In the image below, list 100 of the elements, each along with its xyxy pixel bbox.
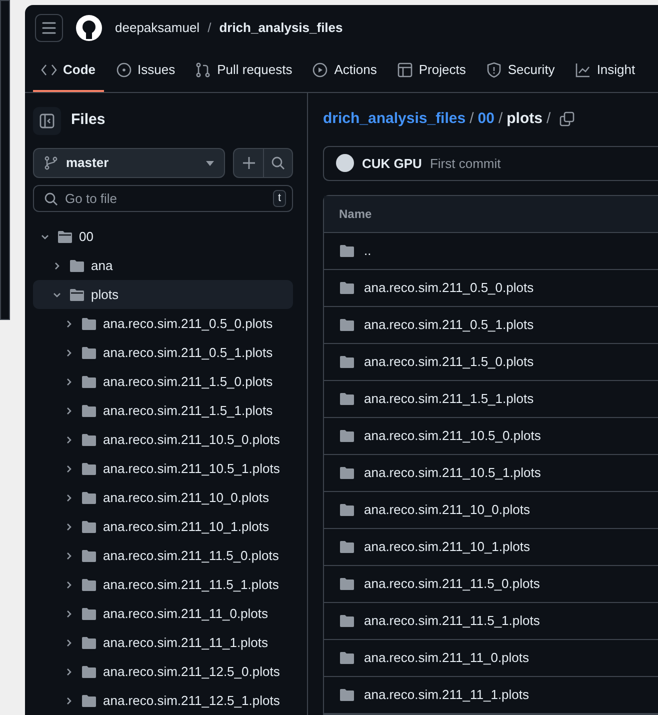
column-header: Name (339, 206, 372, 223)
folder-link[interactable]: ana.reco.sim.211_11.5_1.plots (364, 611, 540, 631)
branch-icon (44, 156, 58, 170)
commit-author[interactable]: CUK GPU (362, 154, 422, 174)
nav-tab[interactable]: Code (33, 50, 104, 92)
side-panel-button[interactable] (33, 106, 61, 135)
folder-link[interactable]: ana.reco.sim.211_10_1.plots (364, 537, 530, 557)
table-icon (396, 62, 413, 78)
tree-item[interactable]: ana.reco.sim.211_0.5_0.plots (33, 309, 293, 338)
folder-icon (81, 548, 97, 564)
folder-icon (339, 354, 355, 370)
tree-item[interactable]: 00 (33, 222, 293, 251)
folder-icon (81, 432, 97, 448)
folder-icon (339, 317, 355, 333)
pull-request-icon (195, 62, 212, 78)
tree-item[interactable]: ana.reco.sim.211_11.5_1.plots (33, 570, 293, 599)
code-icon (41, 62, 57, 78)
nav-tab[interactable]: Insight (566, 50, 644, 92)
go-to-file-field[interactable]: Go to file (65, 188, 266, 208)
folder-icon (81, 490, 97, 506)
tree-item[interactable]: ana.reco.sim.211_11.5_0.plots (33, 541, 293, 570)
search-icon (271, 156, 285, 170)
path-separator: / (208, 18, 212, 37)
menu-icon (42, 22, 56, 34)
folder-link[interactable]: ana.reco.sim.211_0.5_0.plots (364, 278, 534, 298)
files-title: Files (71, 110, 106, 130)
folder-link[interactable]: .. (364, 241, 372, 261)
folder-icon (339, 576, 355, 592)
open-folder-icon (69, 286, 85, 302)
breadcrumb-separator: / (498, 109, 503, 130)
folder-link[interactable]: ana.reco.sim.211_11_0.plots (364, 648, 530, 668)
tree-item[interactable]: ana.reco.sim.211_10_1.plots (33, 512, 293, 541)
folder-icon (339, 391, 355, 407)
tree-item[interactable]: plots (33, 280, 293, 309)
breadcrumb-current: plots (506, 109, 542, 130)
folder-link[interactable]: ana.reco.sim.211_1.5_1.plots (364, 389, 534, 409)
folder-icon (339, 650, 355, 666)
menu-button[interactable] (35, 14, 63, 42)
folder-icon (81, 374, 97, 390)
folder-icon (69, 258, 85, 274)
tree-item[interactable]: ana.reco.sim.211_1.5_1.plots (33, 396, 293, 425)
folder-icon (81, 344, 97, 360)
tree-item[interactable]: ana.reco.sim.211_11_1.plots (33, 628, 293, 657)
shield-icon (486, 62, 502, 78)
tree-item[interactable]: ana (33, 251, 293, 280)
open-folder-icon (57, 228, 73, 244)
go-to-file-field[interactable]: Go to file t (33, 185, 293, 212)
nav-tab[interactable]: Security (478, 50, 563, 92)
folder-icon (81, 576, 97, 592)
folder-icon (339, 539, 355, 555)
folder-link[interactable]: ana.reco.sim.211_11.5_0.plots (364, 574, 540, 594)
folder-icon (339, 465, 355, 481)
repository-link[interactable]: drich_analysis_files (219, 18, 343, 38)
folder-icon (81, 316, 97, 332)
owner-link[interactable]: deepaksamuel (115, 18, 200, 38)
branch-selector[interactable]: master (33, 148, 225, 178)
breadcrumb-link[interactable]: 00 (478, 108, 494, 131)
play-icon (312, 62, 328, 78)
nav-tab[interactable]: Pull requests (187, 50, 300, 92)
logo-icon[interactable] (75, 14, 103, 42)
breadcrumb-link[interactable]: drich_analysis_files (323, 108, 466, 131)
folder-link[interactable]: ana.reco.sim.211_0.5_1.plots (364, 315, 534, 335)
tree-item[interactable]: ana.reco.sim.211_11_0.plots (33, 599, 293, 628)
issue-icon (116, 62, 132, 78)
tree-item[interactable]: ana.reco.sim.211_1.5_0.plots (33, 367, 293, 396)
folder-icon (81, 460, 97, 476)
graph-icon (574, 62, 591, 78)
breadcrumb-separator: / (546, 109, 551, 130)
folder-icon (339, 280, 355, 296)
commit-message[interactable]: First commit (430, 154, 501, 174)
folder-link[interactable]: ana.reco.sim.211_1.5_0.plots (364, 352, 534, 372)
tree-item[interactable]: ana.reco.sim.211_10_0.plots (33, 483, 293, 512)
folder-icon (81, 518, 97, 534)
folder-icon (339, 502, 355, 518)
avatar-icon (336, 154, 354, 172)
folder-link[interactable]: ana.reco.sim.211_11_1.plots (364, 685, 530, 705)
folder-link[interactable]: ana.reco.sim.211_10.5_1.plots (364, 463, 541, 483)
folder-link[interactable]: ana.reco.sim.211_10_0.plots (364, 500, 530, 520)
folder-icon (81, 402, 97, 418)
breadcrumb-separator: / (470, 109, 474, 130)
nav-tab[interactable]: Issues (108, 50, 184, 92)
tree-item[interactable]: ana.reco.sim.211_12.5_0.plots (33, 657, 293, 686)
tree-item[interactable]: ana.reco.sim.211_0.5_1.plots (33, 338, 293, 367)
folder-icon (81, 692, 97, 708)
folder-icon (339, 687, 355, 703)
nav-tab[interactable]: Actions (304, 50, 385, 92)
folder-icon (81, 606, 97, 622)
side-panel-icon (39, 112, 55, 129)
folder-icon (339, 428, 355, 444)
caret-icon (206, 160, 214, 166)
folder-icon (81, 664, 97, 680)
folder-icon (81, 634, 97, 650)
tree-item[interactable]: ana.reco.sim.211_10.5_0.plots (33, 425, 293, 454)
nav-tab[interactable]: Projects (388, 50, 474, 92)
tree-item[interactable]: ana.reco.sim.211_12.5_1.plots (33, 686, 293, 715)
plus-icon (242, 157, 254, 170)
folder-icon (339, 243, 355, 259)
folder-link[interactable]: ana.reco.sim.211_10.5_0.plots (364, 426, 541, 446)
shortcut-key: t (272, 190, 286, 208)
tree-item[interactable]: ana.reco.sim.211_10.5_1.plots (33, 454, 293, 483)
